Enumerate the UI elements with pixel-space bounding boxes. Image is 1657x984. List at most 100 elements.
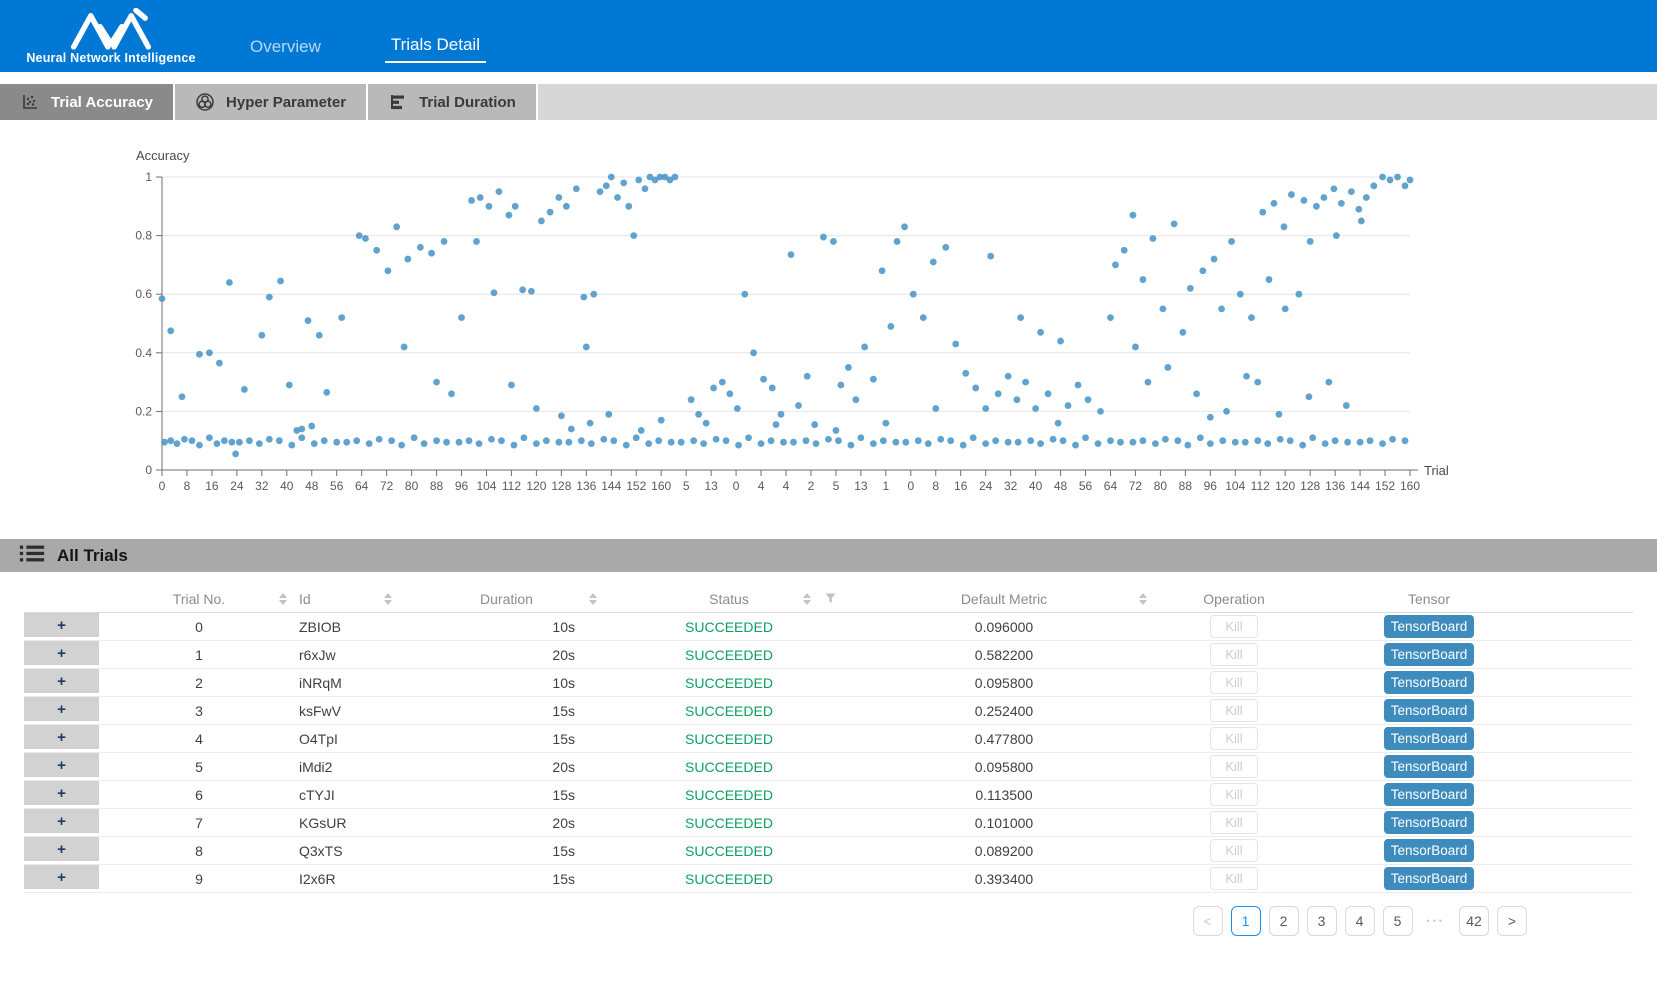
expand-row-button[interactable]: + [24,837,99,864]
kill-button[interactable]: Kill [1210,755,1258,778]
plus-icon: + [57,814,66,829]
trial-no-cell: 8 [99,843,299,859]
tensorboard-button[interactable]: TensorBoard [1384,811,1474,834]
table-header-row: Trial No.IdDurationStatusDefault MetricO… [24,585,1633,613]
status-cell: SUCCEEDED [609,787,849,803]
kill-button[interactable]: Kill [1210,699,1258,722]
trial-id-cell: I2x6R [299,871,404,887]
metric-cell: 0.477800 [849,731,1159,747]
column-header-id[interactable]: Id [299,585,404,612]
sort-icon[interactable] [589,593,597,605]
expand-row-button[interactable]: + [24,753,99,780]
plus-icon: + [57,758,66,773]
page-button-4[interactable]: 4 [1345,906,1375,936]
nni-logo[interactable]: Neural Network Intelligence [22,0,200,72]
column-header-status[interactable]: Status [609,585,849,612]
column-header-operation: Operation [1159,585,1309,612]
expand-row-button[interactable]: + [24,669,99,696]
svg-text:72: 72 [1129,479,1143,493]
page-button-3[interactable]: 3 [1307,906,1337,936]
svg-text:0.6: 0.6 [135,287,152,301]
expand-row-button[interactable]: + [24,697,99,724]
kill-button[interactable]: Kill [1210,867,1258,890]
nav-tab-overview[interactable]: Overview [244,37,327,63]
svg-text:24: 24 [230,479,244,493]
column-header-duration[interactable]: Duration [404,585,609,612]
filter-icon[interactable] [825,593,836,604]
expand-row-button[interactable]: + [24,725,99,752]
plus-icon: + [57,674,66,689]
svg-text:32: 32 [255,479,269,493]
page-button-2[interactable]: 2 [1269,906,1299,936]
trial-id-cell: r6xJw [299,647,404,663]
column-header-default-metric[interactable]: Default Metric [849,585,1159,612]
tab-hyper-parameter[interactable]: Hyper Parameter [175,84,368,120]
tensorboard-button[interactable]: TensorBoard [1384,839,1474,862]
table-row: + 1 r6xJw 20s SUCCEEDED 0.582200 Kill Te… [24,641,1633,669]
table-row: + 6 cTYJI 15s SUCCEEDED 0.113500 Kill Te… [24,781,1633,809]
svg-text:64: 64 [1104,479,1118,493]
tensorboard-button[interactable]: TensorBoard [1384,699,1474,722]
tensorboard-button[interactable]: TensorBoard [1384,671,1474,694]
table-row: + 0 ZBIOB 10s SUCCEEDED 0.096000 Kill Te… [24,613,1633,641]
svg-text:136: 136 [576,479,596,493]
kill-button[interactable]: Kill [1210,671,1258,694]
next-page-button[interactable]: > [1497,906,1527,936]
tensorboard-button[interactable]: TensorBoard [1384,867,1474,890]
svg-text:56: 56 [1079,479,1093,493]
svg-text:8: 8 [184,479,191,493]
kill-button[interactable]: Kill [1210,783,1258,806]
status-cell: SUCCEEDED [609,619,849,635]
column-header-trial-no-[interactable]: Trial No. [99,585,299,612]
expand-row-button[interactable]: + [24,809,99,836]
sort-icon[interactable] [803,593,811,605]
nav-tabs: Overview Trials Detail [244,0,486,72]
expand-row-button[interactable]: + [24,613,99,640]
tensorboard-button[interactable]: TensorBoard [1384,783,1474,806]
kill-button[interactable]: Kill [1210,643,1258,666]
status-cell: SUCCEEDED [609,731,849,747]
top-navbar: Neural Network Intelligence Overview Tria… [0,0,1657,72]
sort-icon[interactable] [1139,593,1147,605]
svg-text:96: 96 [1204,479,1218,493]
page-button-5[interactable]: 5 [1383,906,1413,936]
kill-button[interactable]: Kill [1210,727,1258,750]
tensor-cell: TensorBoard [1309,727,1549,750]
tab-trial-accuracy[interactable]: Trial Accuracy [0,84,175,120]
svg-text:1: 1 [882,479,889,493]
pagination: <12345 ••• 42 > [0,906,1527,936]
status-cell: SUCCEEDED [609,815,849,831]
page-ellipsis: ••• [1421,906,1451,936]
metric-cell: 0.089200 [849,843,1159,859]
page-button-42[interactable]: 42 [1459,906,1489,936]
svg-text:0.4: 0.4 [135,346,152,360]
tensorboard-button[interactable]: TensorBoard [1384,643,1474,666]
svg-text:40: 40 [280,479,294,493]
page-button-1[interactable]: 1 [1231,906,1261,936]
trial-id-cell: iMdi2 [299,759,404,775]
tensorboard-button[interactable]: TensorBoard [1384,755,1474,778]
kill-button[interactable]: Kill [1210,615,1258,638]
duration-cell: 15s [404,787,609,803]
bars-icon [388,92,408,112]
svg-text:72: 72 [380,479,394,493]
kill-button[interactable]: Kill [1210,811,1258,834]
sort-icon[interactable] [279,593,287,605]
sort-icon[interactable] [384,593,392,605]
expand-row-button[interactable]: + [24,781,99,808]
tab-trial-duration[interactable]: Trial Duration [368,84,538,120]
svg-text:0: 0 [907,479,914,493]
accuracy-scatter-plot[interactable]: 00.20.40.60.8108162432404856647280889610… [0,120,1657,535]
trial-no-cell: 1 [99,647,299,663]
prev-page-button[interactable]: < [1193,906,1223,936]
metric-cell: 0.582200 [849,647,1159,663]
nav-tab-trials-detail[interactable]: Trials Detail [385,35,486,63]
duration-cell: 10s [404,675,609,691]
tensorboard-button[interactable]: TensorBoard [1384,615,1474,638]
duration-cell: 15s [404,703,609,719]
expand-row-button[interactable]: + [24,865,99,892]
kill-button[interactable]: Kill [1210,839,1258,862]
tensorboard-button[interactable]: TensorBoard [1384,727,1474,750]
trial-no-cell: 0 [99,619,299,635]
expand-row-button[interactable]: + [24,641,99,668]
